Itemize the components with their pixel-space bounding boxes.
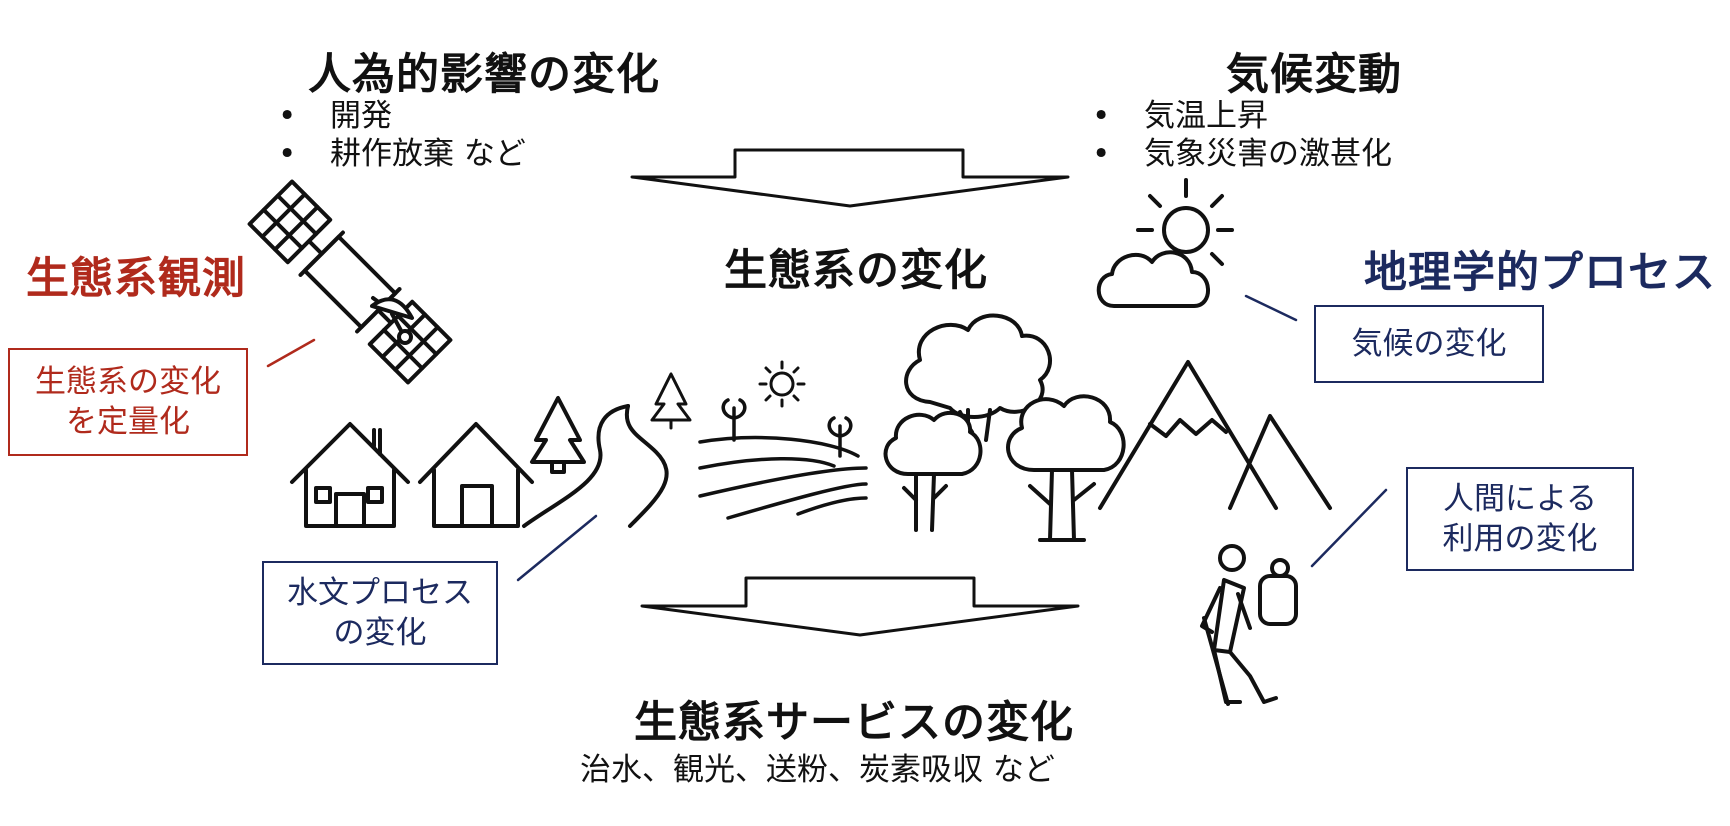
- list-item: • 開発: [278, 98, 392, 134]
- sun-cloud-icon: [1096, 178, 1234, 308]
- box-line: を定量化: [66, 404, 190, 440]
- house-icon: [290, 422, 410, 528]
- deciduous-tree-icon: [1006, 394, 1126, 542]
- deciduous-tree-icon: [883, 410, 983, 532]
- box-line: 水文プロセス: [287, 575, 473, 611]
- connector-line: [1244, 294, 1298, 322]
- list-item: • 気温上昇: [1092, 98, 1268, 134]
- connector-line: [266, 338, 316, 368]
- hiker-icon: [1200, 544, 1298, 706]
- list-item-text: 気温上昇: [1144, 98, 1268, 134]
- connector-line: [516, 514, 598, 582]
- pine-tree-icon: [650, 372, 692, 430]
- human-impact-title: 人為的影響の変化: [308, 50, 660, 100]
- box-line: 人間による: [1442, 481, 1598, 517]
- connector-line: [1310, 488, 1388, 568]
- ecosystem-observation-title: 生態系観測: [26, 254, 246, 304]
- box-line: の変化: [333, 615, 427, 651]
- satellite-icon: [247, 179, 453, 385]
- ecosystem-services-title: 生態系サービスの変化: [634, 698, 1074, 748]
- list-item-text: 気象災害の激甚化: [1144, 136, 1392, 172]
- mountain-icon: [1098, 360, 1332, 510]
- ecosystem-services-examples: 治水、観光、送粉、炭素吸収 など: [580, 752, 1055, 788]
- ecosystem-change-title: 生態系の変化: [724, 246, 988, 296]
- climate-change-list: • 気温上昇 • 気象災害の激甚化: [1092, 97, 1392, 173]
- sun-icon: [758, 360, 806, 408]
- box-line: 気候の変化: [1351, 326, 1507, 362]
- arrow-down-icon: [640, 576, 1080, 637]
- human-use-change-box: 人間による 利用の変化: [1406, 467, 1634, 571]
- climate-change-box: 気候の変化: [1314, 305, 1544, 383]
- box-line: 生態系の変化: [35, 364, 221, 400]
- climate-change-title: 気候変動: [1226, 50, 1402, 100]
- list-item: • 耕作放棄 など: [278, 136, 526, 172]
- farm-field-icon: [698, 398, 868, 520]
- geographic-process-title: 地理学的プロセス: [1364, 248, 1716, 298]
- list-item: • 気象災害の激甚化: [1092, 136, 1392, 172]
- arrow-down-icon: [630, 148, 1070, 208]
- quantify-ecosystem-change-box: 生態系の変化 を定量化: [8, 348, 248, 456]
- human-impact-list: • 開発 • 耕作放棄 など: [278, 97, 526, 173]
- box-line: 利用の変化: [1442, 521, 1598, 557]
- house-icon: [418, 422, 534, 528]
- list-item-text: 耕作放棄 など: [330, 136, 526, 172]
- hydrology-process-box: 水文プロセス の変化: [262, 561, 498, 665]
- list-item-text: 開発: [330, 98, 392, 134]
- pine-tree-icon: [530, 396, 586, 474]
